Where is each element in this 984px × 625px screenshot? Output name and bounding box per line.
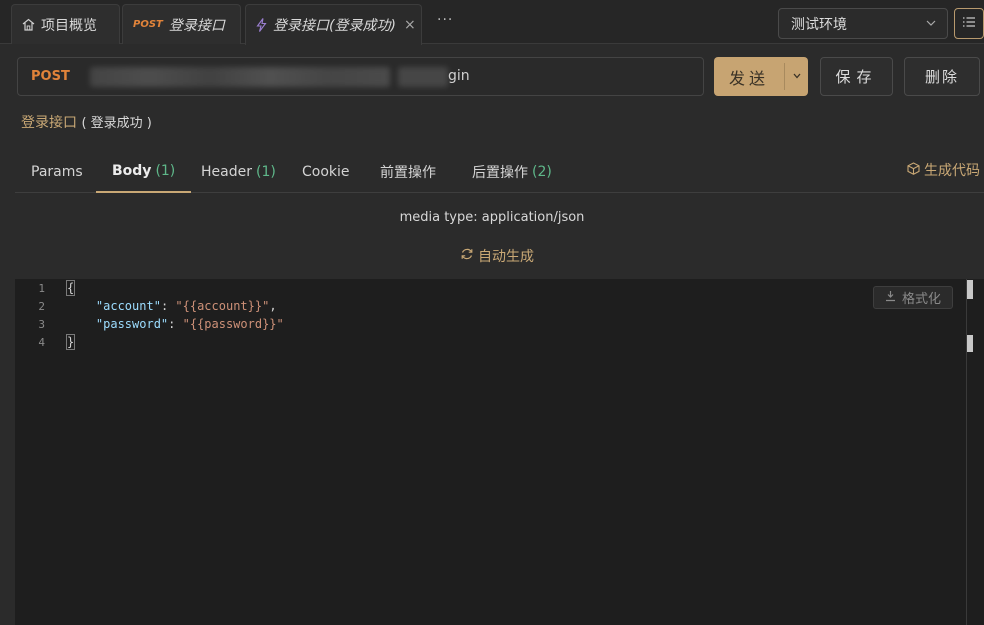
environment-value: 测试环境	[791, 16, 847, 33]
json-key: "password"	[95, 317, 169, 331]
line-number: 1	[38, 282, 45, 295]
send-button[interactable]: 发送	[714, 57, 808, 96]
chevron-down-icon[interactable]	[791, 70, 803, 86]
code-line: "account": "{{account}}",	[67, 299, 277, 313]
scrollbar-thumb[interactable]	[967, 280, 973, 299]
post-method-icon: POST	[133, 19, 163, 30]
request-tabs: Params Body (1) Header (1) Cookie 前置操作 后…	[15, 150, 984, 193]
delete-button[interactable]: 删除	[904, 57, 980, 96]
tab-label: 后置操作	[472, 164, 528, 181]
case-name: ( 登录成功 )	[81, 116, 152, 131]
code-line: "password": "{{password}}"	[67, 317, 284, 331]
close-icon[interactable]: ×	[404, 17, 416, 33]
send-button-label: 发送	[728, 68, 769, 88]
refresh-icon	[460, 247, 474, 265]
format-button[interactable]: 格式化	[873, 286, 953, 309]
tab-label: Body	[112, 162, 152, 179]
line-number: 4	[38, 336, 45, 349]
tab-cookie[interactable]: Cookie	[302, 150, 350, 193]
request-method[interactable]: POST	[18, 69, 88, 84]
tab-header[interactable]: Header (1)	[201, 150, 276, 193]
tab-login-api[interactable]: POST 登录接口	[122, 4, 241, 44]
scrollbar-marker	[967, 335, 973, 352]
tab-count: (2)	[532, 163, 552, 180]
close-brace: }	[65, 334, 76, 350]
tab-label: 登录接口(登录成功)	[273, 18, 396, 34]
tab-params[interactable]: Params	[31, 150, 83, 193]
chevron-down-icon	[925, 17, 937, 33]
url-input[interactable]: POST gin	[17, 57, 704, 96]
more-tabs-icon[interactable]: ···	[437, 12, 453, 28]
tab-count: (1)	[255, 163, 276, 180]
tab-body[interactable]: Body (1)	[96, 150, 192, 193]
list-icon	[962, 16, 976, 32]
generate-code-button[interactable]: 生成代码	[907, 160, 980, 180]
tab-label: 登录接口	[168, 17, 225, 34]
code-line: {	[65, 280, 76, 296]
tab-bar: 项目概览 POST 登录接口 登录接口(登录成功) × ··· 测试环境	[0, 0, 984, 45]
line-number-gutter: 1 2 3 4	[15, 279, 55, 625]
tab-count: (1)	[155, 162, 176, 179]
format-icon	[885, 290, 896, 306]
format-label: 格式化	[901, 292, 941, 307]
media-type-label: media type: application/json	[399, 210, 585, 225]
json-colon: :	[168, 317, 183, 331]
tab-project-overview[interactable]: 项目概览	[11, 4, 120, 44]
api-name: 登录接口	[21, 115, 77, 131]
open-brace: {	[65, 280, 76, 296]
environment-select[interactable]: 测试环境	[778, 8, 948, 39]
line-number: 2	[38, 300, 45, 313]
tab-login-success-case[interactable]: 登录接口(登录成功) ×	[245, 4, 422, 45]
page-title: 登录接口 ( 登录成功 )	[21, 112, 152, 132]
json-body-editor[interactable]: 1 2 3 4 { "account": "{{account}}", "pas…	[15, 279, 984, 625]
line-number: 3	[38, 318, 45, 331]
tab-label: Header	[201, 163, 252, 180]
generate-code-label: 生成代码	[924, 163, 980, 179]
home-icon	[22, 18, 35, 31]
url-redacted	[398, 67, 448, 87]
tab-label: Cookie	[302, 163, 350, 180]
url-text: gin	[448, 68, 470, 84]
cube-icon	[907, 161, 920, 179]
json-value: "{{password}}"	[182, 317, 284, 331]
divider	[784, 63, 785, 90]
list-menu-button[interactable]	[954, 8, 984, 39]
json-key: "account"	[95, 299, 161, 313]
auto-generate-label: 自动生成	[478, 249, 534, 265]
url-redacted	[90, 67, 390, 87]
json-value: "{{account}}"	[175, 299, 270, 313]
tab-label: 项目概览	[41, 17, 97, 34]
scrollbar-track[interactable]	[966, 279, 967, 625]
tab-label: 前置操作	[380, 164, 436, 181]
json-colon: :	[160, 299, 176, 313]
tab-post-operations[interactable]: 后置操作 (2)	[472, 150, 552, 193]
tab-pre-operations[interactable]: 前置操作	[380, 150, 436, 193]
save-button[interactable]: 保存	[820, 57, 893, 96]
lightning-icon	[256, 18, 267, 32]
tab-label: Params	[31, 163, 83, 180]
auto-generate-button[interactable]: 自动生成	[460, 246, 534, 266]
json-comma: ,	[269, 299, 277, 313]
code-line: }	[65, 334, 76, 350]
